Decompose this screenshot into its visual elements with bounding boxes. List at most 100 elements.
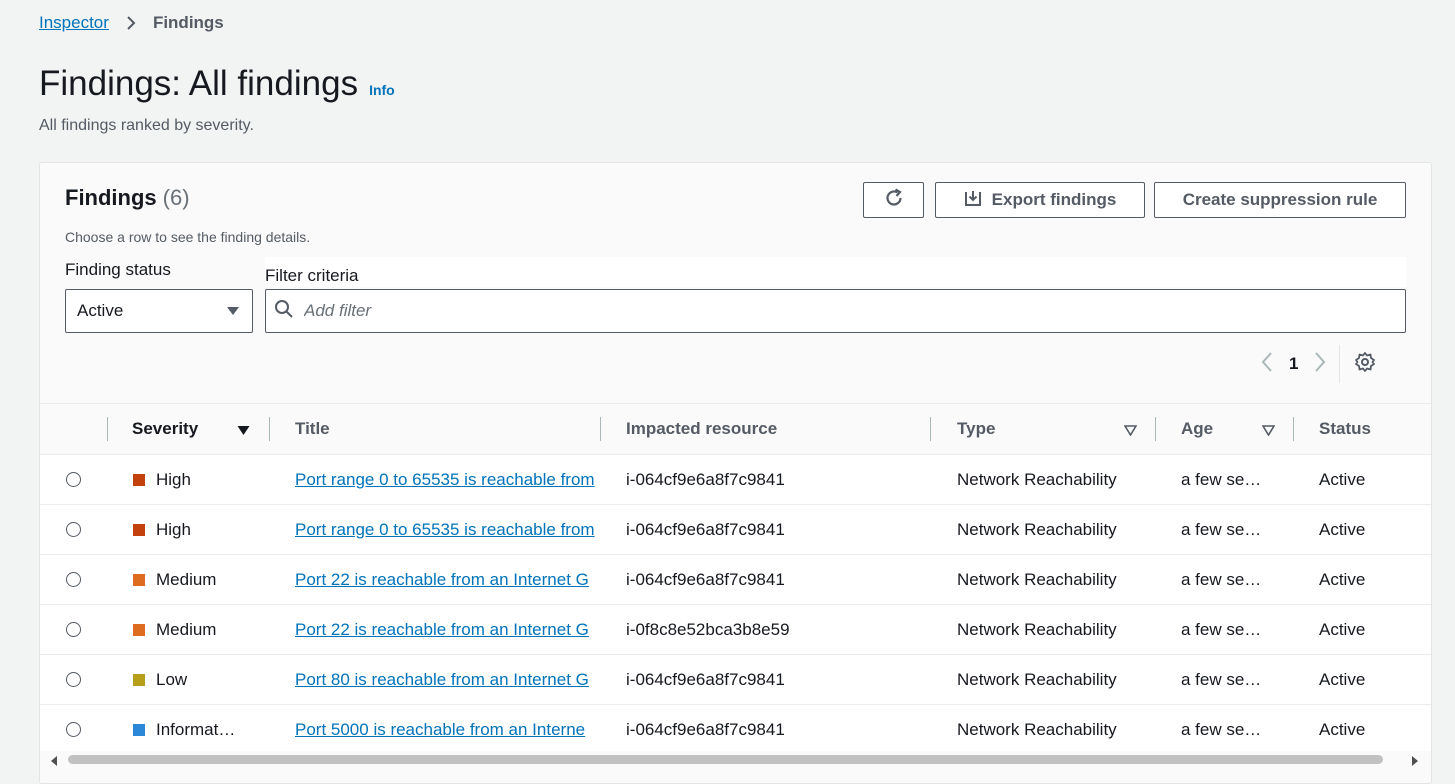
- filter-search-field[interactable]: [265, 289, 1406, 333]
- breadcrumb: Inspector Findings: [39, 13, 224, 33]
- findings-count: (6): [162, 185, 190, 210]
- column-header-title[interactable]: Title: [295, 404, 330, 454]
- export-findings-button[interactable]: Export findings: [935, 182, 1145, 218]
- table-row[interactable]: High Port range 0 to 65535 is reachable …: [40, 505, 1431, 555]
- scroll-right-icon[interactable]: [1410, 754, 1420, 772]
- scroll-left-icon[interactable]: [49, 754, 59, 772]
- panel-title: Findings (6): [65, 185, 190, 211]
- finding-title-link[interactable]: Port 5000 is reachable from an Interne: [295, 720, 585, 740]
- type-cell: Network Reachability: [957, 519, 1117, 539]
- finding-title-link[interactable]: Port 80 is reachable from an Internet G: [295, 670, 589, 690]
- column-separator[interactable]: [1293, 417, 1294, 441]
- age-cell: a few se…: [1181, 719, 1262, 739]
- gear-icon[interactable]: [1354, 351, 1376, 378]
- column-separator: [107, 417, 108, 441]
- panel-subtitle: Choose a row to see the finding details.: [65, 229, 311, 245]
- chevron-right-icon[interactable]: [1313, 351, 1327, 378]
- severity-cell: Medium: [133, 555, 216, 604]
- search-icon: [274, 299, 294, 324]
- row-radio-button[interactable]: [66, 522, 81, 537]
- table-row[interactable]: High Port range 0 to 65535 is reachable …: [40, 455, 1431, 505]
- panel-title-text: Findings: [65, 185, 157, 210]
- severity-text: Medium: [156, 569, 217, 589]
- column-separator[interactable]: [930, 417, 931, 441]
- severity-indicator: [133, 473, 145, 486]
- sort-descending-icon[interactable]: [237, 423, 250, 441]
- table-body: High Port range 0 to 65535 is reachable …: [40, 455, 1431, 755]
- severity-text: High: [156, 469, 191, 489]
- breadcrumb-current: Findings: [152, 13, 224, 32]
- chevron-left-icon[interactable]: [1260, 351, 1274, 378]
- severity-cell: Low: [133, 655, 187, 704]
- row-select-cell: [66, 705, 81, 754]
- filter-criteria-label: Filter criteria: [265, 266, 359, 285]
- findings-panel: Findings (6) Choose a row to see the find…: [39, 162, 1432, 784]
- filter-label-background: [265, 257, 1406, 287]
- age-cell: a few se…: [1181, 619, 1262, 639]
- title-cell: Port range 0 to 65535 is reachable from: [295, 505, 601, 554]
- finding-status-select[interactable]: Active: [65, 289, 253, 333]
- impacted-resource-cell: i-064cf9e6a8f7c9841: [626, 469, 785, 489]
- severity-text: Medium: [156, 619, 217, 639]
- chevron-right-icon: [123, 15, 139, 31]
- sort-icon[interactable]: [1261, 423, 1276, 441]
- horizontal-scrollbar[interactable]: [40, 751, 1431, 767]
- export-findings-label: Export findings: [991, 190, 1117, 209]
- type-cell: Network Reachability: [957, 669, 1117, 689]
- row-radio-button[interactable]: [66, 672, 81, 687]
- column-header-status[interactable]: Status: [1319, 404, 1371, 454]
- impacted-resource-cell: i-0f8c8e52bca3b8e59: [626, 619, 790, 639]
- severity-cell: Medium: [133, 605, 216, 654]
- row-select-cell: [66, 455, 81, 504]
- severity-indicator: [133, 523, 145, 536]
- finding-status-label: Finding status: [65, 260, 171, 279]
- sort-icon[interactable]: [1123, 423, 1138, 441]
- scrollbar-thumb[interactable]: [68, 755, 1383, 764]
- finding-title-link[interactable]: Port 22 is reachable from an Internet G: [295, 570, 589, 590]
- breadcrumb-inspector-link[interactable]: Inspector: [39, 13, 109, 33]
- age-cell: a few se…: [1181, 469, 1262, 489]
- table-header: Severity Title Impacted resource Type Ag…: [40, 403, 1431, 455]
- type-cell: Network Reachability: [957, 619, 1117, 639]
- filter-search-input[interactable]: [302, 300, 1306, 322]
- table-row[interactable]: Medium Port 22 is reachable from an Inte…: [40, 605, 1431, 655]
- column-header-impacted-resource[interactable]: Impacted resource: [626, 404, 777, 454]
- severity-indicator: [133, 573, 145, 586]
- type-cell: Network Reachability: [957, 469, 1117, 489]
- column-header-age[interactable]: Age: [1181, 404, 1213, 454]
- table-row[interactable]: Medium Port 22 is reachable from an Inte…: [40, 555, 1431, 605]
- status-cell: Active: [1319, 519, 1366, 539]
- severity-cell: High: [133, 455, 191, 504]
- column-header-type[interactable]: Type: [957, 404, 995, 454]
- column-separator[interactable]: [1155, 417, 1156, 441]
- row-radio-button[interactable]: [66, 622, 81, 637]
- table-row[interactable]: Informat… Port 5000 is reachable from an…: [40, 705, 1431, 755]
- age-cell: a few se…: [1181, 569, 1262, 589]
- info-link[interactable]: Info: [369, 82, 395, 98]
- column-separator[interactable]: [269, 417, 270, 441]
- table-row[interactable]: Low Port 80 is reachable from an Interne…: [40, 655, 1431, 705]
- row-radio-button[interactable]: [66, 572, 81, 587]
- page-number[interactable]: 1: [1289, 354, 1298, 374]
- type-cell: Network Reachability: [957, 569, 1117, 589]
- type-cell: Network Reachability: [957, 719, 1117, 739]
- row-radio-button[interactable]: [66, 472, 81, 487]
- download-icon: [964, 189, 982, 212]
- title-cell: Port 5000 is reachable from an Interne: [295, 705, 601, 754]
- finding-title-link[interactable]: Port 22 is reachable from an Internet G: [295, 620, 589, 640]
- age-cell: a few se…: [1181, 669, 1262, 689]
- findings-table: Severity Title Impacted resource Type Ag…: [40, 403, 1431, 755]
- severity-indicator: [133, 673, 145, 686]
- create-suppression-rule-button[interactable]: Create suppression rule: [1154, 182, 1406, 218]
- finding-title-link[interactable]: Port range 0 to 65535 is reachable from: [295, 470, 595, 490]
- page-title: Findings: All findings Info: [39, 64, 395, 104]
- row-radio-button[interactable]: [66, 722, 81, 737]
- refresh-button[interactable]: [863, 182, 924, 218]
- impacted-resource-cell: i-064cf9e6a8f7c9841: [626, 569, 785, 589]
- column-header-severity[interactable]: Severity: [132, 404, 198, 454]
- finding-title-link[interactable]: Port range 0 to 65535 is reachable from: [295, 520, 595, 540]
- title-cell: Port 22 is reachable from an Internet G: [295, 555, 601, 604]
- status-cell: Active: [1319, 469, 1366, 489]
- column-separator[interactable]: [600, 417, 601, 441]
- row-select-cell: [66, 505, 81, 554]
